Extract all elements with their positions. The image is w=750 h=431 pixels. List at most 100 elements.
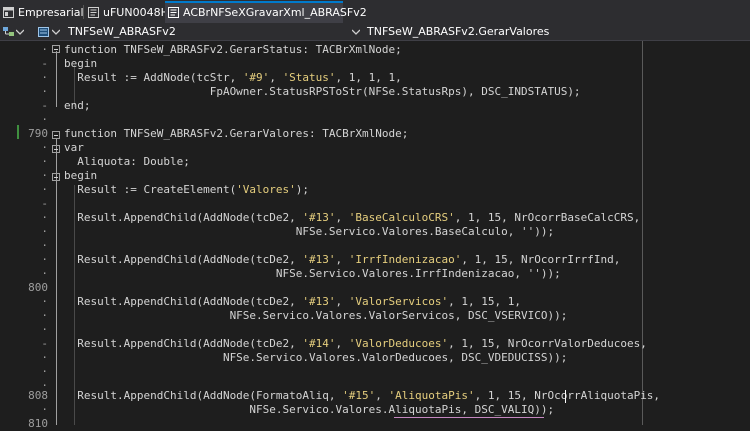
string-literal: 'Valores'	[236, 183, 296, 196]
code-text: ,	[335, 71, 349, 84]
code-line: Result.AppendChild(AddNode(tcDe2, '#13',…	[64, 295, 521, 309]
string-literal: 'Status'	[282, 71, 336, 84]
structure-icon[interactable]	[3, 27, 15, 37]
gutter-mark: ·	[41, 351, 48, 364]
gutter-mark: ·	[41, 183, 48, 196]
string-literal: 'BaseCalculoCRS'	[348, 211, 455, 224]
code-text: ,	[335, 337, 349, 350]
text-cursor	[565, 390, 566, 403]
gutter-mark: ·	[41, 211, 48, 224]
form-icon	[3, 7, 14, 18]
code-editor[interactable]: function TNFSeW_ABRASFv2.GerarStatus: TA…	[56, 41, 750, 425]
gutter-mark: -	[41, 337, 48, 350]
string-literal: 'ValorDeducoes'	[348, 337, 449, 350]
gutter-mark: ·	[41, 295, 48, 308]
code-text: , 1, 15, NrOcorrValorDeducoes,	[448, 337, 647, 350]
unit-icon	[168, 7, 179, 18]
tab-ufun0048h[interactable]: uFUN0048H	[85, 3, 169, 23]
code-line: Result := AddNode(tcStr, '#9', 'Status',…	[64, 71, 402, 85]
line-number-gutter[interactable]: · - · · - · 790 · · · · - · · · · · 800 …	[0, 41, 56, 430]
code-line: NFSe.Servico.Valores.IrrfIndenizacao, ''…	[64, 267, 561, 280]
method-selector[interactable]: TNFSeW_ABRASFv2.GerarValores	[367, 24, 549, 40]
gutter-mark: ·	[41, 71, 48, 84]
gutter-mark: ·	[41, 85, 48, 98]
tab-label: Empresarial	[18, 6, 84, 19]
spell-check-underline	[394, 415, 544, 418]
code-text: Result := AddNode(tcStr,	[64, 71, 243, 84]
code-text: Result.AppendChild(AddNode(tcDe2,	[64, 337, 303, 350]
code-text: ,	[335, 253, 349, 266]
gutter-mark: ·	[41, 155, 48, 168]
string-literal: '#13'	[302, 253, 336, 266]
string-literal: '#15'	[342, 389, 376, 402]
code-line: Aliquota: Double;	[64, 155, 190, 168]
code-text: ,	[335, 211, 349, 224]
gutter-mark: ·	[41, 141, 48, 154]
gutter-mark: ·	[41, 253, 48, 266]
code-line: end;	[64, 99, 91, 112]
string-literal: 'AliquotaPis'	[388, 389, 475, 402]
gutter-mark: ·	[41, 113, 48, 126]
gutter-mark: ·	[41, 43, 48, 56]
code-line: var	[64, 141, 84, 154]
code-line: NFSe.Servico.Valores.ValorServicos, DSC_…	[64, 309, 568, 322]
code-line: NFSe.Servico.Valores.BaseCalculo, ''));	[64, 225, 555, 238]
code-line: Result.AppendChild(AddNode(tcDe2, '#13',…	[64, 253, 620, 267]
editor-tab-bar: Empresarial uFUN0048H ACBrNFSeXGravarXml…	[0, 0, 750, 25]
tab-label: ACBrNFSeXGravarXml_ABRASFv2	[183, 6, 367, 19]
code-text: , 1, 15, NrOcorrBaseCalcCRS,	[454, 211, 641, 224]
string-literal: '#14'	[302, 337, 336, 350]
code-text: Result.AppendChild(AddNode(FormatoAliq,	[64, 389, 343, 402]
code-line: Result.AppendChild(AddNode(FormatoAliq, …	[64, 389, 660, 403]
string-literal: '#13'	[302, 211, 336, 224]
code-text: Result := CreateElement(	[64, 183, 237, 196]
code-line: begin	[64, 57, 98, 70]
code-line: Result := CreateElement('Valores');	[64, 183, 309, 197]
line-number: 790	[28, 127, 48, 140]
code-line: Result.AppendChild(AddNode(tcDe2, '#13',…	[64, 211, 640, 225]
code-line: function TNFSeW_ABRASFv2.GerarValores: T…	[64, 127, 409, 140]
code-text: ,	[335, 295, 349, 308]
code-line: FpAOwner.StatusRPSToStr(NFSe.StatusRps),…	[64, 85, 581, 98]
string-literal: '#9'	[242, 71, 270, 84]
code-text: , 1, 15, 1,	[448, 295, 521, 308]
class-selector[interactable]: TNFSeW_ABRASFv2	[68, 24, 176, 40]
code-text: , 1, 15, NrOcorrIrrfInd,	[461, 253, 621, 266]
code-text: Result.AppendChild(AddNode(tcDe2,	[64, 295, 303, 308]
line-number: 808	[28, 389, 48, 402]
tab-label: uFUN0048H	[103, 6, 169, 19]
gutter-mark: -	[41, 57, 48, 70]
unit-icon	[88, 7, 99, 18]
code-line: function TNFSeW_ABRASFv2.GerarStatus: TA…	[64, 43, 402, 56]
chevron-down-icon[interactable]	[16, 29, 24, 35]
chevron-down-icon[interactable]	[352, 29, 360, 35]
gutter-mark: ·	[41, 239, 48, 252]
line-number: 810	[28, 417, 48, 430]
gutter-mark: ·	[41, 403, 48, 416]
string-literal: 'IrrfIndenizacao'	[348, 253, 462, 266]
tab-separator	[83, 5, 84, 19]
tab-empresarial[interactable]: Empresarial	[0, 3, 84, 23]
code-text: ,	[269, 71, 283, 84]
code-text: Result.AppendChild(AddNode(tcDe2,	[64, 211, 303, 224]
gutter-mark: ·	[41, 169, 48, 182]
gutter-mark: ·	[41, 309, 48, 322]
code-text: );	[295, 183, 310, 196]
code-line: NFSe.Servico.Valores.ValorDeducoes, DSC_…	[64, 351, 568, 364]
line-number: 800	[28, 281, 48, 294]
tab-acbrnfsexgravarxml-abrasfv2[interactable]: ACBrNFSeXGravarXml_ABRASFv2	[165, 1, 367, 23]
gutter-mark: -	[41, 197, 48, 210]
string-literal: '#13'	[302, 295, 336, 308]
class-icon	[38, 27, 49, 37]
code-text: , 1, 15, NrOcorrAliquotaPis,	[474, 389, 661, 402]
gutter-mark: ·	[41, 225, 48, 238]
gutter-mark: ·	[41, 323, 48, 336]
code-line: Result.AppendChild(AddNode(tcDe2, '#14',…	[64, 337, 647, 351]
code-line: begin	[64, 169, 98, 182]
code-text: Result.AppendChild(AddNode(tcDe2,	[64, 253, 303, 266]
code-navigation-bar: TNFSeW_ABRASFv2 TNFSeW_ABRASFv2.GerarVal…	[0, 24, 750, 41]
gutter-mark: -	[41, 99, 48, 112]
string-literal: 'ValorServicos'	[348, 295, 449, 308]
chevron-down-icon[interactable]	[52, 29, 60, 35]
code-text: 1, 1, 1,	[348, 71, 402, 84]
